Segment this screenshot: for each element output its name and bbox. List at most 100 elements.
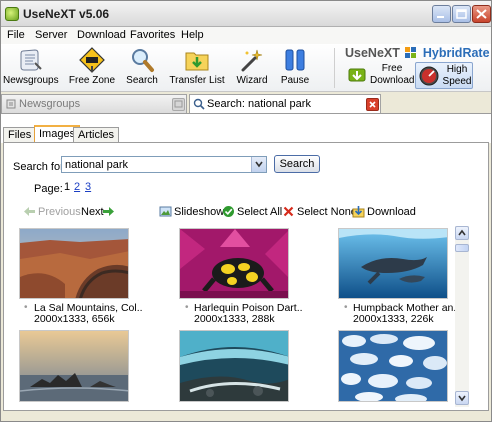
result-caption: La Sal Mountains, Col.. 2000x1333, 656k [34,303,143,325]
menu-server[interactable]: Server [35,29,67,41]
menu-file[interactable]: File [7,29,25,41]
slideshow-button[interactable]: Slideshow [159,205,224,219]
result-thumbnail[interactable] [338,330,448,402]
arrow-left-icon [24,207,35,216]
page-link-2[interactable]: 2 [74,181,80,193]
poison-dart-frog-thumbnail-image [180,229,288,298]
previous-label: Previous [38,206,81,218]
result-thumbnail[interactable] [19,330,129,402]
scrollbar-thumb[interactable] [455,244,469,252]
chevron-down-icon [255,161,263,168]
slideshow-icon [159,206,172,217]
search-tab-icon [193,98,205,110]
main-toolbar: Newsgroups Free Zone Search Transfer Lis… [1,44,491,92]
free-download-text: Free Download [370,63,414,87]
minimize-button[interactable] [432,5,451,23]
previous-button[interactable]: Previous [23,205,81,219]
scroll-down-button[interactable] [455,391,469,405]
search-button-toolbar[interactable]: Search [123,46,161,90]
page-link-3[interactable]: 3 [85,181,91,193]
free-zone-sign-icon [79,47,105,73]
close-window-button[interactable] [472,5,491,23]
magnifier-icon [132,49,154,72]
transfer-list-button[interactable]: Transfer List [169,46,225,90]
results-scrollbar[interactable] [455,226,469,407]
newsgroups-scroll-icon [20,49,42,71]
wizard-label: Wizard [236,75,268,86]
result-type-tabs: Files Images Articles [1,113,491,144]
next-button[interactable]: Next [81,205,119,219]
menu-help[interactable]: Help [181,29,204,41]
close-tab-icon [174,100,183,108]
result-bullet: • [344,302,348,313]
speedometer-icon [419,66,439,86]
canyon-thumbnail-image [20,229,128,298]
transfer-list-label: Transfer List [169,75,225,86]
result-info: 2000x1333, 656k [34,313,115,325]
tab-articles[interactable]: Articles [73,127,120,143]
checkmark-circle-icon [223,206,234,217]
free-download-line2: Download [370,75,415,86]
arrow-right-icon [103,207,114,216]
result-bullet: • [185,302,189,313]
result-thumbnail[interactable] [338,228,448,299]
search-query-value: national park [65,159,128,171]
search-query-combobox[interactable]: national park [61,156,267,173]
menu-download[interactable]: Download [77,29,126,41]
download-icon [352,206,365,218]
coastal-rocks-thumbnail-image [20,331,128,401]
result-thumbnail[interactable] [179,228,289,299]
select-all-button[interactable]: Select All [222,205,282,219]
close-tab-icon [369,101,376,108]
select-all-label: Select All [237,206,283,218]
tab-search-national-park[interactable]: Search: national park [189,94,381,113]
ice-floes-thumbnail-image [339,331,447,401]
select-none-button[interactable]: Select None [282,205,357,219]
search-submit-button[interactable]: Search [274,155,320,173]
window-title: UseNeXT v5.06 [23,7,110,21]
pause-label: Pause [280,75,310,86]
download-button[interactable]: Download [352,205,416,219]
result-info: 2000x1333, 288k [194,313,275,325]
tab-newsgroups[interactable]: Newsgroups [1,94,187,113]
transfer-list-folder-icon [185,52,209,71]
menu-favorites[interactable]: Favorites [130,29,175,41]
select-none-label: Select None [297,206,357,218]
result-caption: Harlequin Poison Dart.. 2000x1333, 288k [194,303,303,325]
close-search-tab-button[interactable] [366,98,379,111]
tab-files[interactable]: Files [3,127,37,143]
hybridrate-logo-icon [405,47,417,58]
search-toolbar-label: Search [126,75,158,86]
free-download-mode-button[interactable]: Free Download [344,62,414,89]
result-info: 2000x1333, 226k [353,313,434,325]
maximize-button[interactable] [452,5,471,23]
result-thumbnail[interactable] [19,228,129,299]
high-speed-line2: Speed [442,76,472,87]
brand-logo: UseNeXT HybridRate [345,46,490,60]
minimize-icon [437,16,444,18]
scroll-up-button[interactable] [455,226,469,240]
combobox-dropdown-button[interactable] [251,157,266,172]
slideshow-label: Slideshow [174,206,225,218]
chevron-up-icon [458,229,466,236]
red-x-icon [283,206,294,217]
wizard-button[interactable]: Wizard [233,46,271,90]
pause-button[interactable]: Pause [278,46,312,90]
high-speed-line1: High [446,64,468,75]
status-bar [1,412,491,421]
result-thumbnail[interactable] [179,330,289,402]
close-icon [476,9,487,19]
app-window: UseNeXT v5.06 File Server Download Favor… [0,0,492,422]
document-tab-strip: Newsgroups Search: national park [1,93,491,113]
close-newsgroups-tab-button[interactable] [172,98,185,111]
title-bar[interactable]: UseNeXT v5.06 [1,1,491,27]
free-zone-label: Free Zone [68,75,116,86]
newsgroups-button[interactable]: Newsgroups [3,46,59,90]
pause-icon [285,49,305,71]
tab-newsgroups-label: Newsgroups [19,98,81,110]
high-speed-mode-button[interactable]: High Speed [415,62,473,89]
brand-product: HybridRate [422,46,490,60]
free-zone-button[interactable]: Free Zone [67,46,117,90]
newsgroups-label: Newsgroups [3,75,59,86]
ice-cave-river-thumbnail-image [180,331,288,401]
